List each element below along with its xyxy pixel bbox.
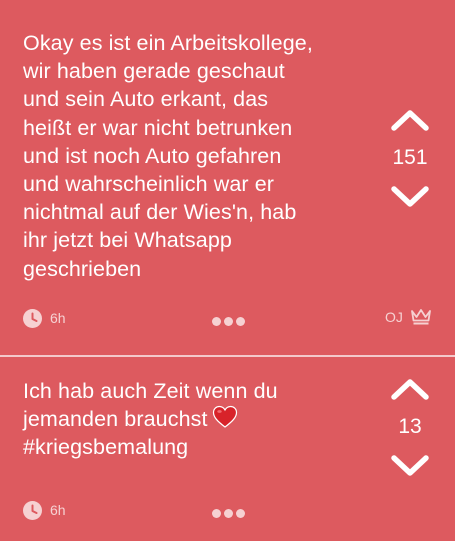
vote-panel: 151 [385,108,435,209]
downvote-chevron-down-icon[interactable] [390,454,430,478]
post-time: 6h [50,310,66,326]
post-text-block: Ich hab auch Zeit wenn du jemanden brauc… [23,377,368,462]
author-badge-label: OJ [385,309,403,325]
vote-count: 151 [392,146,428,169]
post-card[interactable]: Okay es ist ein Arbeitskollege, wir habe… [0,0,455,355]
post-meta: 6h [23,498,66,522]
post-text: Ich hab auch Zeit wenn du jemanden brauc… [23,379,278,432]
post-text: Okay es ist ein Arbeitskollege, wir habe… [23,31,313,281]
more-dots-icon[interactable] [212,317,245,326]
vote-panel: 13 [385,377,435,478]
post-card[interactable]: Ich hab auch Zeit wenn du jemanden brauc… [0,357,455,541]
post-time: 6h [50,502,66,518]
post-meta: 6h [23,306,66,330]
upvote-chevron-up-icon[interactable] [390,108,430,132]
crown-icon [410,309,431,325]
heart-icon [212,406,237,428]
downvote-chevron-down-icon[interactable] [390,185,430,209]
author-badge: OJ [385,308,432,326]
upvote-chevron-up-icon[interactable] [390,377,430,401]
more-dots-icon[interactable] [212,509,245,518]
post-hashtag[interactable]: #kriegsbemalung [23,435,188,459]
clock-icon [23,308,42,328]
clock-icon [23,500,42,520]
vote-count: 13 [398,415,422,438]
